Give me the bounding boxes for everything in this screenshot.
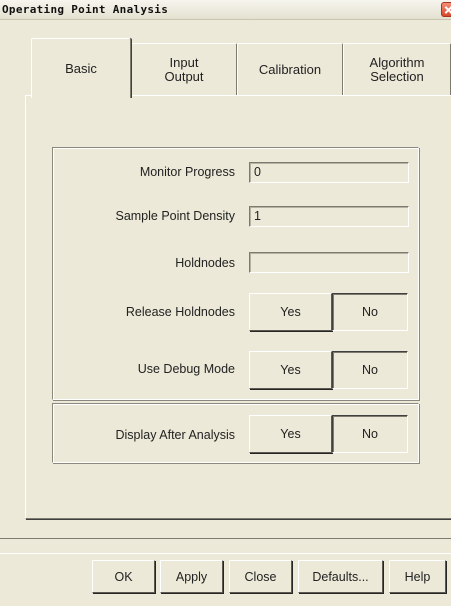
close-button[interactable]: Close	[229, 560, 292, 593]
display-after-analysis-label: Display After Analysis	[115, 428, 236, 442]
tab-input-output-label: Input Output	[164, 54, 204, 84]
sample-point-density-label: Sample Point Density	[115, 209, 235, 223]
display-after-analysis-yes-button[interactable]: Yes	[249, 415, 332, 453]
holdnodes-field[interactable]	[249, 252, 409, 273]
tab-basic-label: Basic	[65, 60, 97, 76]
release-holdnodes-yes-button[interactable]: Yes	[249, 293, 332, 331]
dialog-window: Operating Point Analysis Basic Input Out…	[0, 0, 451, 606]
defaults-button[interactable]: Defaults...	[298, 560, 383, 593]
monitor-progress-label: Monitor Progress	[139, 165, 235, 179]
ok-button[interactable]: OK	[92, 560, 155, 593]
title-bar[interactable]: Operating Point Analysis	[0, 0, 451, 20]
tab-algorithm-selection-label: Algorithm Selection	[369, 54, 425, 84]
tab-basic[interactable]: Basic	[31, 38, 131, 98]
monitor-progress-field[interactable]: 0	[249, 162, 409, 183]
tab-algorithm-selection[interactable]: Algorithm Selection	[343, 43, 451, 95]
help-button[interactable]: Help	[389, 560, 446, 593]
use-debug-mode-label: Use Debug Mode	[137, 362, 235, 376]
tab-calibration[interactable]: Calibration	[237, 43, 343, 95]
tab-input-output[interactable]: Input Output	[131, 43, 237, 95]
use-debug-mode-no-button[interactable]: No	[332, 351, 408, 389]
apply-button[interactable]: Apply	[160, 560, 223, 593]
release-holdnodes-no-button[interactable]: No	[332, 293, 408, 331]
sample-point-density-field[interactable]: 1	[249, 206, 409, 227]
tab-calibration-label: Calibration	[258, 61, 322, 77]
use-debug-mode-yes-button[interactable]: Yes	[249, 351, 332, 389]
holdnodes-label: Holdnodes	[175, 256, 235, 270]
window-title: Operating Point Analysis	[2, 3, 169, 16]
release-holdnodes-label: Release Holdnodes	[125, 305, 235, 319]
close-icon[interactable]	[441, 2, 451, 17]
status-bar	[0, 538, 451, 554]
display-after-analysis-no-button[interactable]: No	[332, 415, 408, 453]
